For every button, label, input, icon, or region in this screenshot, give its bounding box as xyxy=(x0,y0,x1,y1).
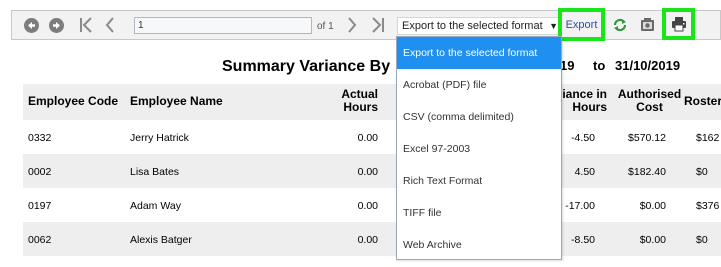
page-number-input[interactable] xyxy=(134,17,312,34)
cell-employee-name: Jerry Hatrick xyxy=(130,132,189,144)
cell-authorised-cost: $570.12 xyxy=(628,132,666,144)
export-button[interactable]: Export xyxy=(558,8,605,41)
header-authorised-cost: Authorised Cost xyxy=(612,88,687,114)
circle-forward-icon[interactable] xyxy=(49,18,64,33)
cell-authorised-cost: $0.00 xyxy=(639,200,666,212)
dropdown-option-selected-format[interactable]: Export to the selected format xyxy=(397,37,561,69)
report-date-to-label: to xyxy=(593,58,606,73)
previous-page-icon[interactable] xyxy=(105,15,115,40)
header-employee-code: Employee Code xyxy=(28,94,119,108)
cell-roster: $0 xyxy=(696,166,708,178)
print-preview-icon[interactable] xyxy=(640,17,656,38)
cell-actual-hours: 0.00 xyxy=(357,234,378,246)
dropdown-caret-icon: ▼ xyxy=(549,21,558,31)
header-roster: Roster xyxy=(684,94,721,108)
page-count-label: of 1 xyxy=(317,21,334,32)
print-button[interactable] xyxy=(662,8,695,40)
cell-authorised-cost: $0.00 xyxy=(639,234,666,246)
cell-employee-code: 0062 xyxy=(28,234,52,246)
table-row: 0197 Adam Way 0.00 -17.00 $0.00 $376 xyxy=(23,188,721,222)
cell-roster: $162 xyxy=(696,132,720,144)
cell-employee-code: 0002 xyxy=(28,166,52,178)
cell-employee-name: Adam Way xyxy=(130,200,181,212)
table-row: 0002 Lisa Bates 0.00 4.50 $182.40 $0 xyxy=(23,154,721,188)
dropdown-option-web-archive[interactable]: Web Archive xyxy=(397,229,561,261)
cell-actual-hours: 0.00 xyxy=(357,200,378,212)
cell-employee-name: Alexis Batger xyxy=(130,234,192,246)
refresh-icon[interactable] xyxy=(612,17,628,38)
circle-back-icon[interactable] xyxy=(24,18,39,33)
export-format-value: Export to the selected format xyxy=(402,20,543,32)
header-authorised-cost-line2: Cost xyxy=(636,100,663,114)
cell-roster: $376 xyxy=(696,200,720,212)
cell-employee-name: Lisa Bates xyxy=(130,166,180,178)
header-actual-hours-line2: Hours xyxy=(343,100,378,114)
export-button-label: Export xyxy=(565,18,598,31)
table-header: Employee Code Employee Name Actual Hours… xyxy=(23,84,721,120)
cell-actual-hours: 0.00 xyxy=(357,132,378,144)
dropdown-option-excel[interactable]: Excel 97-2003 xyxy=(397,133,561,165)
report-date-to: 31/10/2019 xyxy=(615,58,681,73)
table-row: 0332 Jerry Hatrick 0.00 -4.50 $570.12 $1… xyxy=(23,120,721,154)
dropdown-option-pdf[interactable]: Acrobat (PDF) file xyxy=(397,69,561,101)
dropdown-option-tiff[interactable]: TIFF file xyxy=(397,197,561,229)
report-viewer-toolbar: of 1 Export to the selected format ▼ Exp… xyxy=(11,8,721,41)
export-format-dropdown: Export to the selected format Acrobat (P… xyxy=(396,36,562,260)
next-page-icon[interactable] xyxy=(347,15,357,40)
cell-employee-code: 0197 xyxy=(28,200,52,212)
report-title: Summary Variance By xyxy=(222,58,391,75)
cell-roster: $0 xyxy=(696,234,708,246)
cell-authorised-cost: $182.40 xyxy=(628,166,666,178)
report-date-from: 19 xyxy=(560,58,575,73)
cell-employee-code: 0332 xyxy=(28,132,52,144)
printer-icon xyxy=(671,17,686,32)
first-page-icon[interactable] xyxy=(79,15,93,40)
header-employee-name: Employee Name xyxy=(130,94,223,108)
last-page-icon[interactable] xyxy=(371,15,385,40)
header-actual-hours: Actual Hours xyxy=(323,88,378,114)
dropdown-option-rtf[interactable]: Rich Text Format xyxy=(397,165,561,197)
cell-actual-hours: 0.00 xyxy=(357,166,378,178)
export-format-select[interactable]: Export to the selected format ▼ xyxy=(397,17,562,35)
dropdown-option-csv[interactable]: CSV (comma delimited) xyxy=(397,101,561,133)
table-row: 0062 Alexis Batger 0.00 -8.50 $0.00 $0 xyxy=(23,222,721,256)
